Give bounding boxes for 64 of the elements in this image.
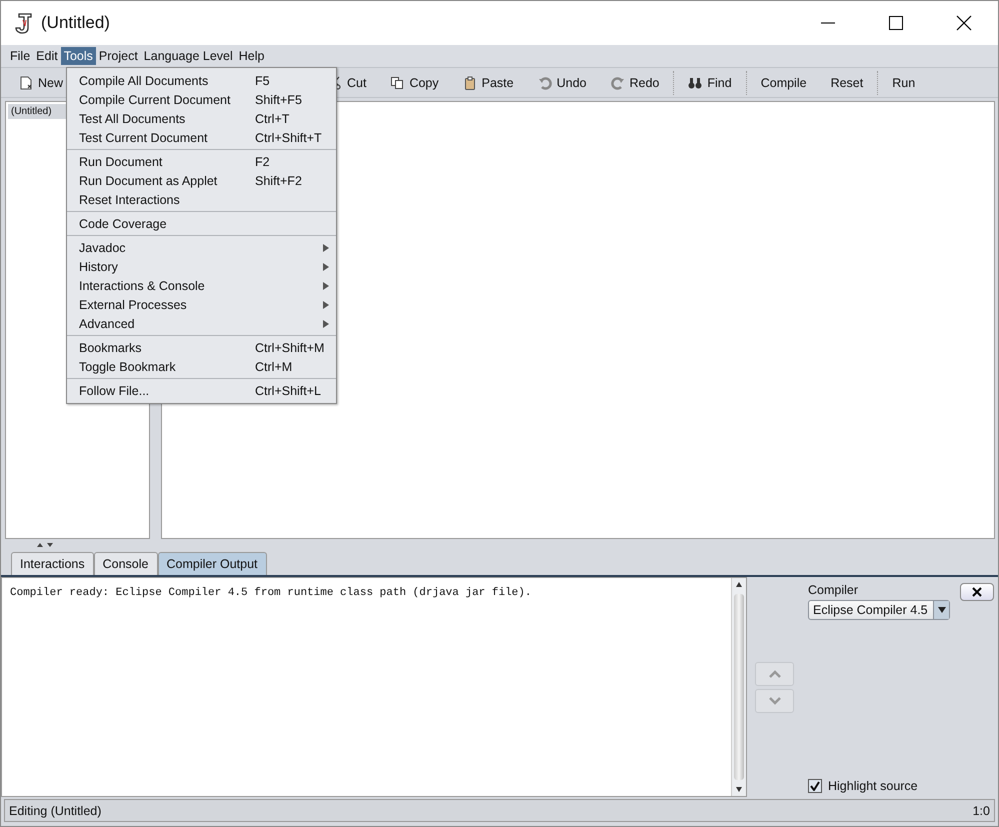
window-title: (Untitled)	[41, 13, 110, 33]
submenu-arrow-icon	[323, 300, 329, 308]
menu-item[interactable]: Code Coverage	[67, 214, 336, 233]
compiler-label: Compiler	[808, 583, 860, 597]
menu-item[interactable]: Run Document F2	[67, 152, 336, 171]
output-text: Compiler ready: Eclipse Compiler 4.5 from runtime class path (drjava jar file).	[9, 586, 532, 601]
close-icon	[972, 587, 982, 597]
chevron-down-icon	[768, 696, 780, 704]
copy-icon	[390, 76, 404, 90]
toolbar-button[interactable]: Copy	[380, 72, 449, 92]
checkbox[interactable]	[808, 779, 822, 793]
submenu-arrow-icon	[323, 262, 329, 270]
close-icon[interactable]	[956, 15, 972, 31]
tab[interactable]: Console	[94, 552, 158, 575]
submenu-arrow-icon	[323, 282, 329, 290]
menu-item[interactable]: File	[7, 47, 34, 65]
menu-item[interactable]: Reset Interactions	[67, 190, 336, 209]
toolbar-button[interactable]: Compile	[750, 72, 817, 92]
new-file-icon	[19, 76, 33, 90]
collapse-arrows-icon[interactable]	[35, 542, 55, 548]
close-button[interactable]	[960, 583, 994, 601]
compiler-dropdown[interactable]: Eclipse Compiler 4.5	[808, 600, 950, 620]
toolbar-button[interactable]: Reset	[820, 72, 874, 92]
chevron-up-icon	[768, 670, 780, 678]
undo-icon	[538, 76, 552, 90]
toolbar-button[interactable]: Undo	[528, 72, 596, 92]
menu-item[interactable]: External Processes	[67, 295, 336, 314]
submenu-arrow-icon	[323, 320, 329, 328]
menu-item[interactable]: Interactions & Console	[67, 276, 336, 295]
menu-item[interactable]: Project	[96, 47, 141, 65]
menu-item[interactable]: Tools	[60, 47, 96, 65]
app-logo-icon	[13, 12, 33, 34]
menu-item[interactable]: Language Level	[140, 47, 236, 65]
menu-item[interactable]: Javadoc	[67, 238, 336, 257]
toolbar-button[interactable]: Run	[882, 72, 926, 92]
binoculars-icon	[688, 76, 702, 90]
toolbar-button[interactable]: Paste	[452, 72, 524, 92]
tab[interactable]: Interactions	[11, 552, 94, 575]
toolbar-button[interactable]: Find	[678, 72, 742, 92]
menu-item[interactable]: Help	[236, 47, 268, 65]
menu-item[interactable]: Edit	[33, 47, 61, 65]
scroll-up-icon[interactable]	[735, 581, 743, 589]
dropdown-arrow-icon	[938, 606, 946, 614]
redo-icon	[610, 76, 624, 90]
tab[interactable]: Compiler Output	[158, 552, 267, 575]
status-text: Editing (Untitled)	[9, 804, 102, 818]
submenu-arrow-icon	[323, 244, 329, 252]
menu-item[interactable]: Test All Documents Ctrl+T	[67, 109, 336, 128]
menu-item[interactable]: Toggle Bookmark Ctrl+M	[67, 357, 336, 376]
toolbar-button[interactable]: Redo	[600, 72, 670, 92]
clipboard-icon	[462, 76, 477, 90]
menu-item[interactable]: Advanced	[67, 314, 336, 333]
cursor-position: 1:0	[972, 804, 990, 818]
scrollbar[interactable]	[731, 578, 746, 796]
menu-item[interactable]: Bookmarks Ctrl+Shift+M	[67, 338, 336, 357]
menu-item[interactable]: Follow File... Ctrl+Shift+L	[67, 381, 336, 400]
maximize-icon[interactable]	[888, 15, 904, 31]
checkbox-label: Highlight source	[828, 779, 918, 793]
menu-item[interactable]: Test Current Document Ctrl+Shift+T	[67, 128, 336, 147]
menu-item[interactable]: Compile Current Document Shift+F5	[67, 90, 336, 109]
menu-item[interactable]: History	[67, 257, 336, 276]
checkmark-icon	[810, 781, 820, 791]
menu-item[interactable]: Run Document as Applet Shift+F2	[67, 171, 336, 190]
scroll-down-icon[interactable]	[735, 785, 743, 793]
